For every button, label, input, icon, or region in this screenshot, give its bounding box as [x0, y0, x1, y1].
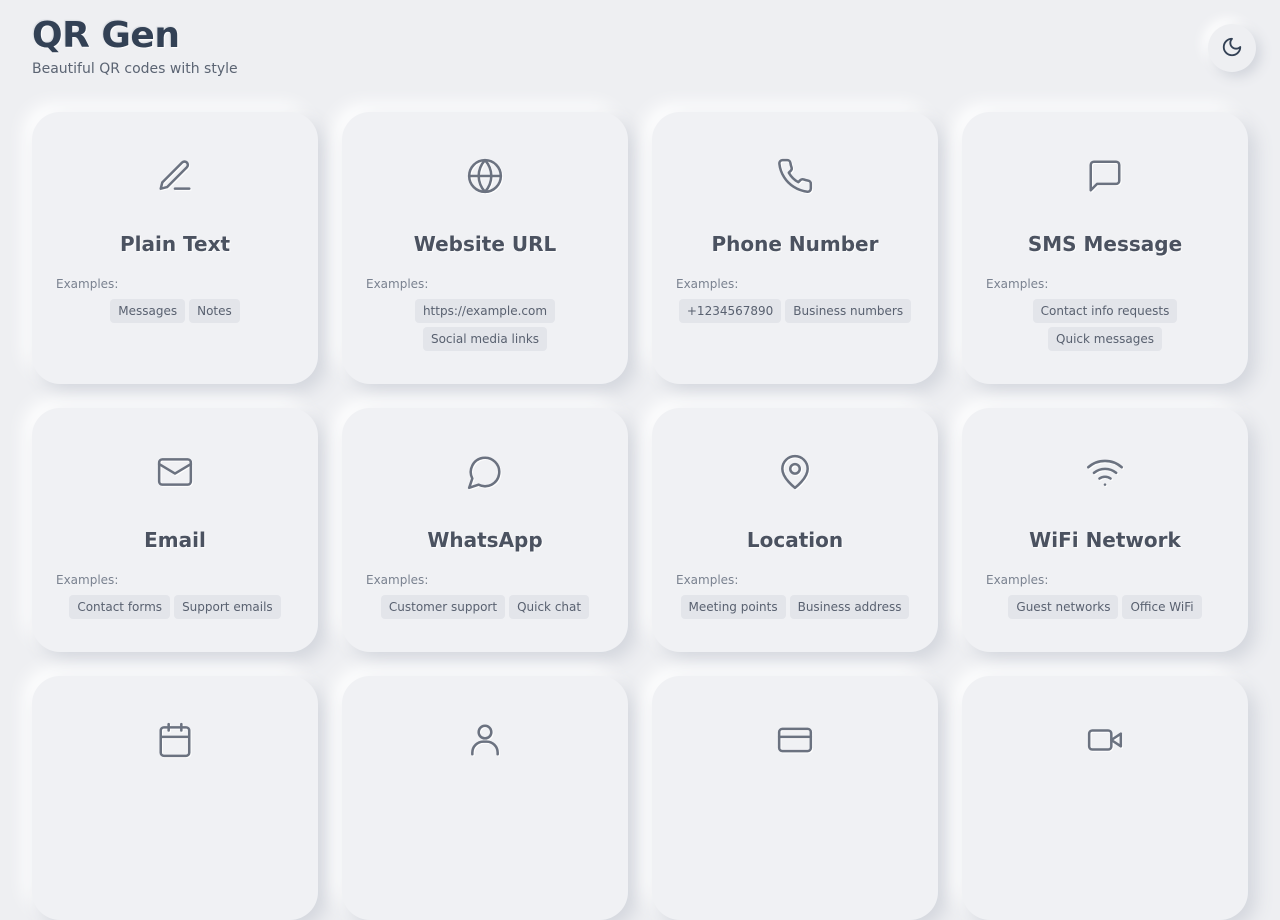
- example-tag: Contact info requests: [1032, 299, 1178, 323]
- card-title: Location: [746, 528, 844, 552]
- card-website-url[interactable]: Website URL Examples: https://example.co…: [342, 112, 628, 384]
- example-tags: Customer support Quick chat: [366, 595, 604, 619]
- pencil-icon: [155, 156, 195, 196]
- card-title: WhatsApp: [427, 528, 543, 552]
- card-calendar[interactable]: [32, 676, 318, 920]
- phone-icon: [775, 156, 815, 196]
- examples-label: Examples:: [366, 573, 429, 587]
- card-video[interactable]: [962, 676, 1248, 920]
- example-tags: Meeting points Business address: [676, 595, 914, 619]
- qr-type-grid: Plain Text Examples: Messages Notes Webs…: [32, 112, 1248, 920]
- examples-label: Examples:: [676, 277, 739, 291]
- example-tag: Customer support: [380, 595, 506, 619]
- card-location[interactable]: Location Examples: Meeting points Busine…: [652, 408, 938, 652]
- example-tags: +1234567890 Business numbers: [676, 299, 914, 323]
- example-tag: Business numbers: [785, 299, 912, 323]
- example-tags: https://example.com Social media links: [366, 299, 604, 351]
- card-contact[interactable]: [342, 676, 628, 920]
- video-icon: [1085, 720, 1125, 760]
- examples-label: Examples:: [366, 277, 429, 291]
- example-tag: Messages: [110, 299, 186, 323]
- example-tags: Contact forms Support emails: [56, 595, 294, 619]
- example-tag: Notes: [189, 299, 240, 323]
- credit-card-icon: [775, 720, 815, 760]
- example-tag: Guest networks: [1008, 595, 1119, 619]
- example-tag: +1234567890: [678, 299, 782, 323]
- card-plain-text[interactable]: Plain Text Examples: Messages Notes: [32, 112, 318, 384]
- example-tag: Quick messages: [1048, 327, 1162, 351]
- example-tag: Meeting points: [680, 595, 786, 619]
- map-pin-icon: [775, 452, 815, 492]
- user-icon: [465, 720, 505, 760]
- wifi-icon: [1085, 452, 1125, 492]
- example-tag: https://example.com: [414, 299, 556, 323]
- example-tags: Messages Notes: [56, 299, 294, 323]
- globe-icon: [465, 156, 505, 196]
- card-whatsapp[interactable]: WhatsApp Examples: Customer support Quic…: [342, 408, 628, 652]
- card-title: SMS Message: [1027, 232, 1183, 256]
- example-tag: Contact forms: [69, 595, 171, 619]
- examples-label: Examples:: [56, 277, 119, 291]
- examples-label: Examples:: [56, 573, 119, 587]
- calendar-icon: [155, 720, 195, 760]
- app-subtitle: Beautiful QR codes with style: [32, 61, 238, 77]
- card-title: Plain Text: [119, 232, 231, 256]
- example-tags: Contact info requests Quick messages: [986, 299, 1224, 351]
- examples-label: Examples:: [986, 277, 1049, 291]
- card-phone-number[interactable]: Phone Number Examples: +1234567890 Busin…: [652, 112, 938, 384]
- card-payment[interactable]: [652, 676, 938, 920]
- app-title: QR Gen: [32, 15, 180, 56]
- moon-icon: [1221, 36, 1243, 61]
- card-title: Website URL: [413, 232, 557, 256]
- example-tag: Support emails: [174, 595, 281, 619]
- examples-label: Examples:: [986, 573, 1049, 587]
- mail-icon: [155, 452, 195, 492]
- example-tag: Quick chat: [509, 595, 590, 619]
- examples-label: Examples:: [676, 573, 739, 587]
- message-circle-icon: [465, 452, 505, 492]
- card-wifi-network[interactable]: WiFi Network Examples: Guest networks Of…: [962, 408, 1248, 652]
- header: QR Gen Beautiful QR codes with style: [32, 15, 238, 78]
- card-title: Email: [144, 528, 206, 552]
- card-sms-message[interactable]: SMS Message Examples: Contact info reque…: [962, 112, 1248, 384]
- example-tags: Guest networks Office WiFi: [986, 595, 1224, 619]
- message-square-icon: [1085, 156, 1125, 196]
- card-title: WiFi Network: [1029, 528, 1181, 552]
- theme-toggle-button[interactable]: [1208, 24, 1256, 72]
- card-title: Phone Number: [711, 232, 879, 256]
- example-tag: Social media links: [422, 327, 548, 351]
- card-email[interactable]: Email Examples: Contact forms Support em…: [32, 408, 318, 652]
- example-tag: Office WiFi: [1122, 595, 1202, 619]
- example-tag: Business address: [789, 595, 910, 619]
